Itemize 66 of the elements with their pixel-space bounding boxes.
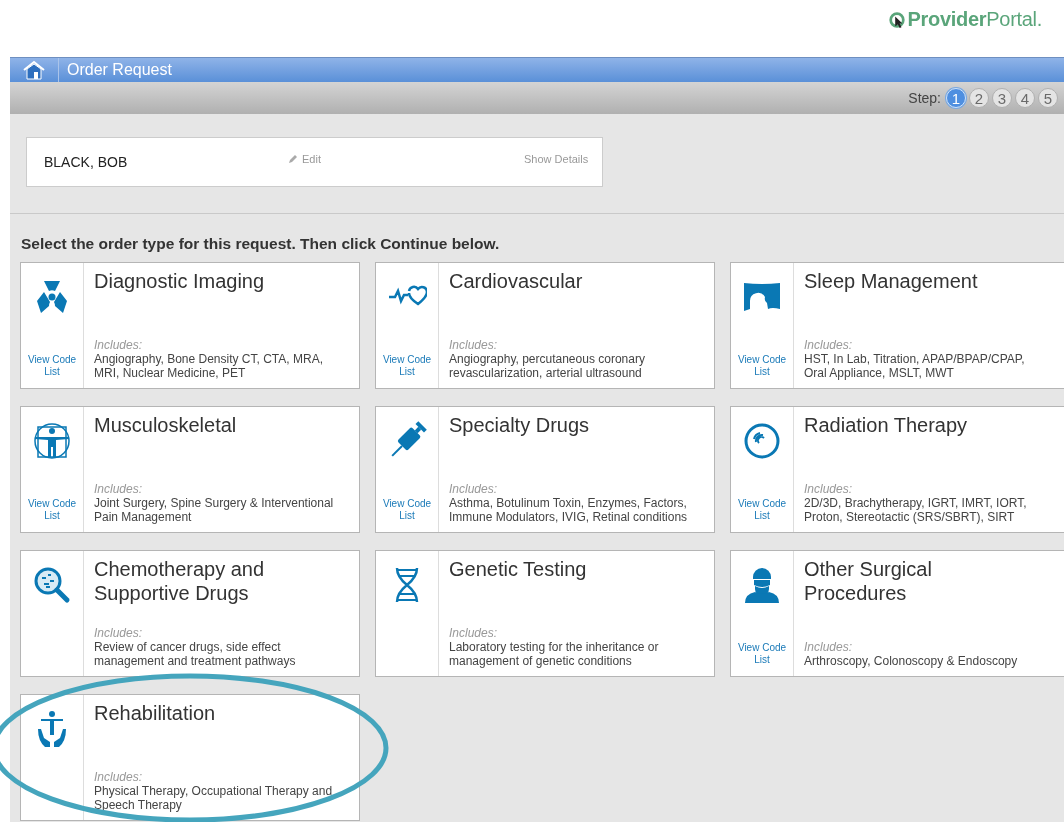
includes-text: Angiography, Bone Density CT, CTA, MRA, MRI, Nuclear Medicine, PET: [94, 352, 324, 380]
patient-name: BLACK, BOB: [44, 154, 129, 170]
step-indicator[interactable]: 2: [969, 88, 989, 108]
order-type-card[interactable]: View Code List Diagnostic Imaging Includes: Angiography, Bone Density CT, CTA, MRA, MRI, Nuclear Medicine, PET: [20, 262, 360, 389]
order-type-card[interactable]: View Code List Sleep Management Includes: HST, In Lab, Titration, APAP/BPAP/CPAP, Oral Appliance, MSLT, MWT: [730, 262, 1064, 389]
surgeon-icon: [742, 565, 782, 605]
includes-label: Includes:: [804, 640, 854, 654]
logo-icon: [887, 10, 906, 29]
view-code-list-link[interactable]: View Code List: [734, 354, 790, 378]
includes-text: Joint Surgery, Spine Surgery & Interventional Pain Management: [94, 496, 335, 524]
includes-label: Includes:: [449, 482, 499, 496]
step-indicator[interactable]: 4: [1015, 88, 1035, 108]
includes-text: Arthroscopy, Colonoscopy & Endoscopy: [804, 654, 1019, 668]
step-indicator[interactable]: 5: [1038, 88, 1058, 108]
includes-text: Laboratory testing for the inheritance or management of genetic conditions: [449, 640, 660, 668]
includes-text: Review of cancer drugs, side effect management and treatment pathways: [94, 640, 297, 668]
includes-label: Includes:: [94, 482, 144, 496]
card-title: Diagnostic Imaging: [94, 269, 266, 293]
card-title: Rehabilitation: [94, 701, 217, 725]
step-indicator[interactable]: 3: [992, 88, 1012, 108]
view-code-list-link[interactable]: View Code List: [734, 498, 790, 522]
home-icon[interactable]: [22, 60, 46, 80]
order-type-card[interactable]: Chemotherapy and Supportive Drugs Includes: Review of cancer drugs, side effect management and treatment pathways: [20, 550, 360, 677]
view-code-list-link[interactable]: View Code List: [379, 498, 435, 522]
card-title: Genetic Testing: [449, 557, 588, 581]
show-details-link[interactable]: Show Details: [524, 153, 602, 165]
card-title: Chemotherapy and Supportive Drugs: [94, 557, 266, 605]
step-label: Step:: [908, 90, 941, 106]
step-indicator[interactable]: 1: [946, 88, 966, 108]
view-code-list-link[interactable]: View Code List: [379, 354, 435, 378]
includes-text: Angiography, percutaneous coronary revascularization, arterial ultrasound: [449, 352, 646, 380]
includes-text: 2D/3D, Brachytherapy, IGRT, IMRT, IORT, Proton, Stereotactic (SRS/SBRT), SIRT: [804, 496, 1028, 524]
includes-label: Includes:: [94, 626, 144, 640]
view-code-list-link[interactable]: View Code List: [24, 354, 80, 378]
includes-label: Includes:: [94, 338, 144, 352]
order-type-card[interactable]: Genetic Testing Includes: Laboratory testing for the inheritance or management of genetic conditions: [375, 550, 715, 677]
includes-label: Includes:: [804, 338, 854, 352]
view-code-list-link[interactable]: View Code List: [734, 642, 790, 666]
order-type-card[interactable]: Rehabilitation Includes: Physical Therapy, Occupational Therapy and Speech Therapy: [20, 694, 360, 821]
order-type-card[interactable]: View Code List Other Surgical Procedures Includes: Arthroscopy, Colonoscopy & Endoscopy: [730, 550, 1064, 677]
includes-label: Includes:: [804, 482, 854, 496]
card-title: Radiation Therapy: [804, 413, 969, 437]
radiation-target-icon: [742, 421, 782, 461]
logo-text: ProviderPortal.: [907, 8, 1042, 31]
order-type-card[interactable]: View Code List Specialty Drugs Includes: Asthma, Botulinum Toxin, Enzymes, Factors, Immune Modulators, IVIG, Retinal conditions: [375, 406, 715, 533]
magnifier-icon: [32, 565, 72, 605]
page-title: Order Request: [66, 61, 172, 79]
edit-link[interactable]: Edit: [302, 153, 321, 165]
includes-text: Physical Therapy, Occupational Therapy and Speech Therapy: [94, 784, 334, 812]
card-title: Cardiovascular: [449, 269, 584, 293]
view-code-list-link[interactable]: View Code List: [24, 498, 80, 522]
includes-label: Includes:: [94, 770, 144, 784]
instruction-text: Select the order type for this request. Then click Continue below.: [21, 235, 501, 253]
card-title: Other Surgical Procedures: [804, 557, 933, 605]
order-type-card[interactable]: View Code List Radiation Therapy Includes: 2D/3D, Brachytherapy, IGRT, IMRT, IORT, Proton, Stereotactic (SRS/SBRT), SIRT: [730, 406, 1064, 533]
includes-text: HST, In Lab, Titration, APAP/BPAP/CPAP, Oral Appliance, MSLT, MWT: [804, 352, 1026, 380]
order-type-card[interactable]: View Code List Musculoskeletal Includes: Joint Surgery, Spine Surgery & Interventional Pain Management: [20, 406, 360, 533]
includes-label: Includes:: [449, 626, 499, 640]
order-type-card[interactable]: View Code List Cardiovascular Includes: Angiography, percutaneous coronary revascularization, arterial ultrasound: [375, 262, 715, 389]
includes-text: Asthma, Botulinum Toxin, Enzymes, Factors, Immune Modulators, IVIG, Retinal conditions: [449, 496, 689, 524]
pencil-icon: [288, 154, 298, 164]
card-title: Sleep Management: [804, 269, 979, 293]
card-title: Specialty Drugs: [449, 413, 591, 437]
card-title: Musculoskeletal: [94, 413, 238, 437]
human-figure-icon: [32, 421, 72, 461]
includes-label: Includes:: [449, 338, 499, 352]
